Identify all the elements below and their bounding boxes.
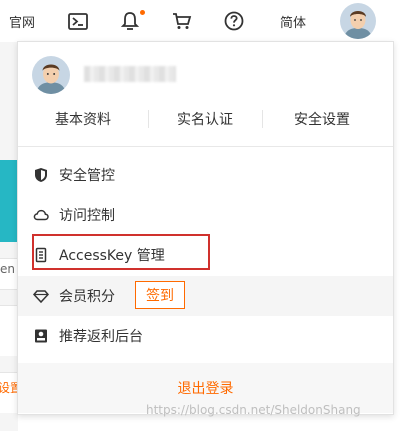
help-icon[interactable] [220, 0, 248, 42]
background-row [0, 305, 18, 356]
cloud-icon [33, 207, 49, 223]
account-dropdown: 基本资料 实名认证 安全设置 安全管控 访问控制 AccessKey 管理 会员… [17, 41, 394, 415]
watermark: https://blog.csdn.net/SheldonShang [146, 403, 361, 417]
tab-real-name-auth[interactable]: 实名认证 [148, 106, 262, 132]
divider [18, 146, 393, 147]
menu-item-label: 安全管控 [59, 168, 115, 184]
account-tabs: 基本资料 实名认证 安全设置 [18, 106, 393, 132]
language-switch[interactable]: 简体 [272, 0, 314, 42]
menu-item-access-control[interactable]: 访问控制 [18, 195, 393, 235]
cart-icon[interactable] [168, 0, 196, 42]
background-banner [0, 160, 18, 242]
user-avatar [32, 56, 70, 98]
menu-item-label: 会员积分 [59, 289, 115, 305]
background-text-en: en [0, 262, 15, 276]
official-site-link[interactable]: 官网 [0, 0, 44, 42]
tab-basic-profile[interactable]: 基本资料 [18, 106, 148, 132]
reward-icon [33, 328, 49, 344]
tab-security-settings[interactable]: 安全设置 [262, 106, 382, 132]
shield-icon [33, 167, 49, 183]
terminal-icon[interactable] [64, 0, 92, 42]
menu-item-referral-rewards[interactable]: 推荐返利后台 [18, 316, 393, 356]
diamond-icon [32, 288, 50, 304]
menu-item-label: 推荐返利后台 [59, 329, 143, 345]
notification-dot [140, 10, 145, 15]
top-navbar: 官网 简体 [0, 0, 404, 42]
highlight-annotation-box [32, 234, 210, 270]
username-blurred [84, 66, 176, 82]
bell-icon[interactable] [116, 0, 144, 42]
menu-item-label: 访问控制 [59, 208, 115, 224]
avatar[interactable] [336, 0, 380, 42]
signin-button[interactable]: 签到 [135, 281, 185, 309]
menu-item-member-points[interactable]: 会员积分 [18, 276, 393, 316]
menu-item-security-control[interactable]: 安全管控 [18, 155, 393, 195]
